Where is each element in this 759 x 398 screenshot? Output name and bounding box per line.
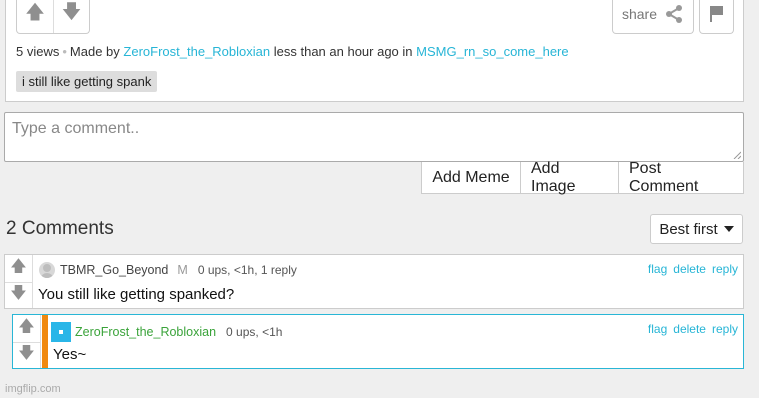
comment-meta: 0 ups, <1h: [226, 325, 283, 339]
post-comment-button[interactable]: Post Comment: [618, 160, 743, 195]
made-by-label: Made by: [69, 44, 120, 59]
comment-username[interactable]: TBMR_Go_Beyond: [60, 263, 168, 277]
post-tag[interactable]: i still like getting spank: [16, 71, 158, 92]
reply-stripe: [42, 315, 48, 368]
comment-meta: 0 ups, <1h, 1 reply: [197, 263, 297, 277]
add-meme-button[interactable]: Add Meme: [422, 162, 520, 193]
comment-header: ZeroFrost_the_Robloxian 0 ups, <1h: [51, 322, 282, 342]
comment-upvote-button[interactable]: 🡅: [5, 255, 32, 282]
downvote-button[interactable]: 🡇: [53, 0, 89, 33]
post-time: less than an hour ago in: [273, 44, 413, 59]
upvote-button[interactable]: 🡅: [17, 0, 53, 33]
flag-link[interactable]: flag: [648, 322, 667, 336]
separator-dot: •: [62, 44, 67, 59]
arrow-down-icon: 🡇: [10, 284, 27, 302]
comment-vote-column: 🡅 🡇: [5, 255, 33, 308]
reply-link[interactable]: reply: [712, 262, 738, 276]
author-link[interactable]: ZeroFrost_the_Robloxian: [123, 44, 270, 59]
comment-vote-column: 🡅 🡇: [13, 315, 41, 368]
resize-grip-icon[interactable]: [733, 151, 741, 159]
comment-downvote-button[interactable]: 🡇: [5, 281, 32, 309]
sort-dropdown[interactable]: Best first: [650, 214, 743, 244]
stream-link[interactable]: MSMG_rn_so_come_here: [416, 44, 568, 59]
arrow-up-icon: 🡅: [10, 257, 27, 275]
comment-actions: flag delete reply: [648, 262, 738, 276]
comment-actions: flag delete reply: [648, 322, 738, 336]
arrow-up-icon: 🡅: [18, 317, 35, 335]
caret-down-icon: [723, 226, 734, 232]
share-button[interactable]: share: [612, 0, 694, 34]
comment-input[interactable]: [5, 113, 743, 161]
delete-link[interactable]: delete: [673, 262, 706, 276]
comment-input-box: [4, 112, 744, 162]
comment-reply: 🡅 🡇 ZeroFrost_the_Robloxian 0 ups, <1h f…: [12, 314, 744, 369]
view-count: 5 views: [16, 44, 60, 59]
add-image-button[interactable]: Add Image: [520, 160, 618, 195]
flag-link[interactable]: flag: [648, 262, 667, 276]
share-label: share: [621, 5, 658, 22]
avatar[interactable]: [51, 322, 71, 342]
comment-downvote-button[interactable]: 🡇: [13, 341, 40, 369]
post-vote-group: 🡅 🡇: [16, 0, 90, 34]
delete-link[interactable]: delete: [673, 322, 706, 336]
comment: 🡅 🡇 TBMR_Go_Beyond M 0 ups, <1h, 1 reply…: [4, 254, 744, 309]
watermark: imgflip.com: [5, 383, 61, 395]
share-icon: [666, 4, 683, 23]
arrow-down-icon: 🡇: [61, 1, 82, 23]
comment-text: Yes~: [53, 346, 87, 363]
post-card: 🡅 🡇 share 5 views • Made by ZeroFrost_the_…: [5, 0, 744, 102]
comment-upvote-button[interactable]: 🡅: [13, 315, 40, 342]
arrow-down-icon: 🡇: [18, 344, 35, 362]
mod-badge: M: [177, 263, 188, 277]
comment-action-bar: Add Meme Add Image Post Comment: [421, 160, 744, 195]
arrow-up-icon: 🡅: [25, 1, 45, 23]
comments-heading: 2 Comments: [6, 218, 114, 239]
comment-username[interactable]: ZeroFrost_the_Robloxian: [75, 325, 216, 339]
comment-text: You still like getting spanked?: [38, 286, 235, 303]
post-meta: 5 views • Made by ZeroFrost_the_Robloxian …: [16, 44, 569, 59]
sort-label: Best first: [659, 220, 718, 238]
flag-button[interactable]: [699, 0, 734, 34]
reply-link[interactable]: reply: [712, 322, 738, 336]
avatar[interactable]: [39, 262, 55, 278]
comment-header: TBMR_Go_Beyond M 0 ups, <1h, 1 reply: [39, 262, 297, 278]
flag-icon: [709, 5, 723, 22]
